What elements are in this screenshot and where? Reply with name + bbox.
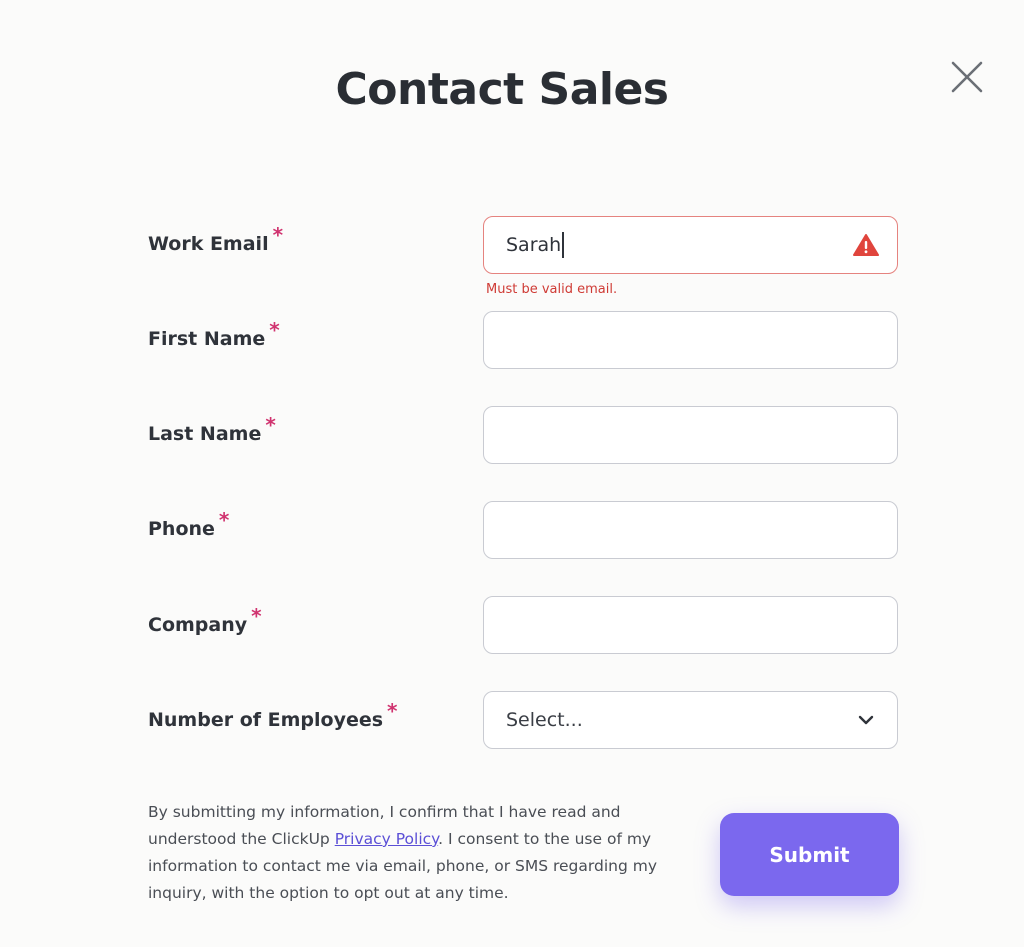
required-mark: * [265,413,276,437]
required-mark: * [272,223,284,247]
phone-label: Phone * [148,508,230,540]
text-caret [562,232,564,258]
submit-button[interactable]: Submit [720,813,899,896]
page-title: Contact Sales [335,64,670,115]
work-email-value: Sarah [506,234,562,256]
employees-select[interactable]: Select... [483,691,898,749]
employees-select-value: Select... [506,709,583,731]
consent-text: By submitting my information, I confirm … [148,803,658,902]
company-field[interactable] [483,596,898,654]
privacy-policy-link[interactable]: Privacy Policy [335,830,438,848]
work-email-error: Must be valid email. [486,282,618,297]
company-label: Company * [148,604,262,636]
required-mark: * [251,604,262,628]
work-email-label: Work Email * [148,223,284,255]
required-mark: * [269,318,280,342]
required-mark: * [218,508,230,532]
close-icon [951,61,983,93]
phone-field[interactable] [483,501,898,559]
work-email-field[interactable]: Sarah [483,216,898,274]
chevron-down-icon [858,715,874,725]
first-name-field[interactable] [483,311,898,369]
last-name-field[interactable] [483,406,898,464]
first-name-label: First Name * [148,318,280,350]
required-mark: * [387,699,398,723]
employees-label: Number of Employees * [148,699,398,731]
warning-icon [853,234,879,256]
last-name-label: Last Name * [148,413,276,445]
close-button[interactable] [946,56,988,98]
